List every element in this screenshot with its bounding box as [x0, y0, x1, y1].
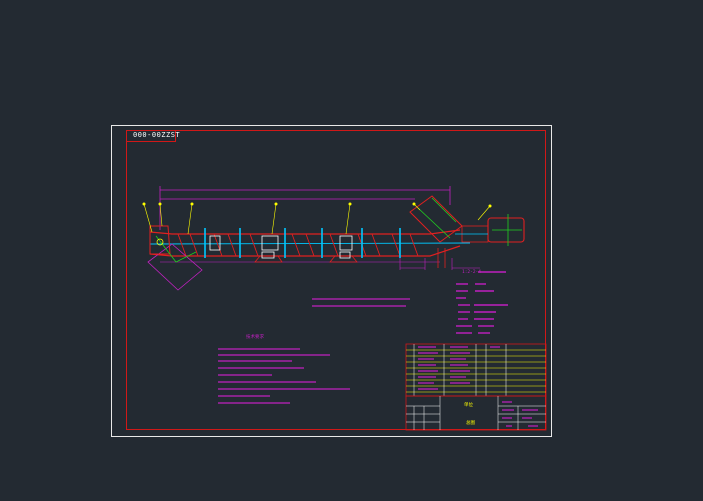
- notes-title: 技术要求: [246, 333, 264, 340]
- cad-viewport[interactable]: 000-00ZZST 1:2-2-4 技术要求 单位 总图: [0, 0, 703, 501]
- overall-dimension: [159, 186, 451, 230]
- side-note: [312, 298, 410, 307]
- technical-requirements: 技术要求: [218, 333, 350, 404]
- part-leaders: [143, 203, 491, 235]
- title-block-company: 单位: [464, 401, 473, 408]
- title-block: [405, 395, 547, 431]
- title-block-drawing-name: 总图: [466, 419, 475, 426]
- screw-flights: [177, 233, 419, 257]
- intermediate-bearings: [209, 235, 353, 259]
- discharge-dimension: [399, 258, 480, 270]
- cad-drawing-canvas: 1:2-2-4 技术要求 单位 总图: [142, 186, 547, 431]
- tail-inlet: [147, 225, 203, 291]
- technical-parameters: 1:2-2-4: [456, 269, 508, 334]
- parts-list-table: [405, 343, 547, 397]
- head-drive: [409, 195, 525, 246]
